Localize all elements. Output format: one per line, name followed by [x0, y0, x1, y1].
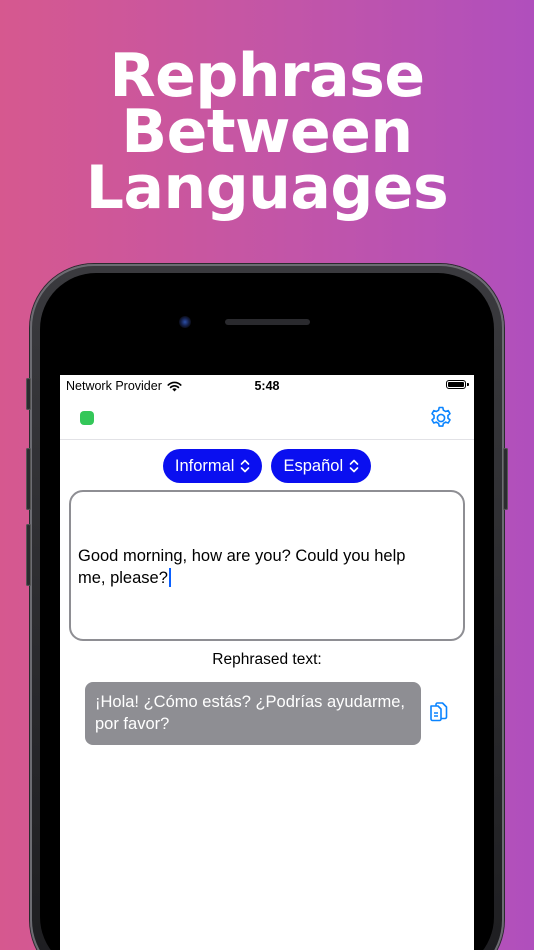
tone-picker[interactable]: Informal — [162, 449, 263, 483]
app-screen: Network Provider 5:48 Informal Español G… — [60, 375, 474, 950]
headline-line-1: Rephrase — [109, 41, 425, 111]
source-text-value: Good morning, how are you? Could you hel… — [78, 547, 406, 587]
chevron-up-down-icon — [241, 459, 250, 473]
result-label: Rephrased text: — [212, 651, 322, 668]
picker-row: Informal Español — [60, 449, 474, 483]
chevron-up-down-icon — [349, 459, 359, 473]
volume-up-button — [26, 448, 31, 510]
copy-icon[interactable] — [428, 701, 450, 725]
nav-bar — [60, 397, 474, 440]
front-camera — [179, 316, 191, 328]
tone-picker-label: Informal — [174, 456, 235, 475]
source-text-input[interactable]: Good morning, how are you? Could you hel… — [69, 490, 465, 641]
status-bar: Network Provider 5:48 — [60, 375, 474, 397]
connection-status-indicator — [80, 411, 94, 425]
language-picker-label: Español — [283, 456, 344, 475]
battery-icon — [446, 380, 469, 389]
text-cursor — [168, 568, 171, 587]
status-time: 5:48 — [254, 379, 280, 393]
earpiece-speaker — [225, 319, 310, 325]
gear-icon[interactable] — [428, 405, 454, 431]
source-text-content: Good morning, how are you? Could you hel… — [78, 545, 433, 589]
headline-line-2: Between — [121, 97, 413, 167]
headline-line-3: Languages — [85, 153, 449, 223]
mute-switch — [26, 378, 31, 410]
promo-headline: Rephrase Between Languages — [0, 41, 534, 223]
power-button — [503, 448, 508, 510]
volume-down-button — [26, 524, 31, 586]
language-picker[interactable]: Español — [271, 449, 372, 483]
rephrased-text-output: ¡Hola! ¿Cómo estás? ¿Podrías ayudarme, p… — [85, 682, 421, 745]
